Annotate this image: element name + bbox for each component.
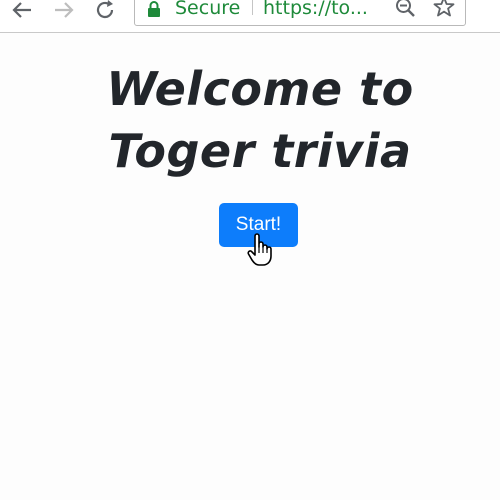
back-button[interactable] — [8, 0, 36, 20]
address-divider — [252, 0, 253, 15]
forward-arrow-icon — [55, 2, 74, 18]
forward-button[interactable] — [50, 0, 78, 20]
page-title-line-1: Welcome to — [106, 62, 414, 116]
bookmark-star-icon[interactable] — [433, 0, 455, 18]
page-title: Welcome to Toger trivia — [0, 58, 500, 182]
reload-button[interactable] — [92, 0, 120, 20]
back-arrow-icon — [12, 2, 31, 18]
hand-pointer-icon — [247, 233, 272, 266]
lock-icon — [148, 1, 160, 17]
page-title-line-2: Toger trivia — [108, 124, 412, 178]
url-text[interactable]: https://to... — [263, 0, 368, 19]
browser-toolbar: Secure https://to... — [0, 0, 500, 33]
zoom-out-icon[interactable] — [395, 0, 417, 19]
security-label: Secure — [175, 0, 241, 19]
address-bar[interactable]: Secure https://to... — [134, 0, 466, 26]
reload-icon — [96, 0, 114, 19]
